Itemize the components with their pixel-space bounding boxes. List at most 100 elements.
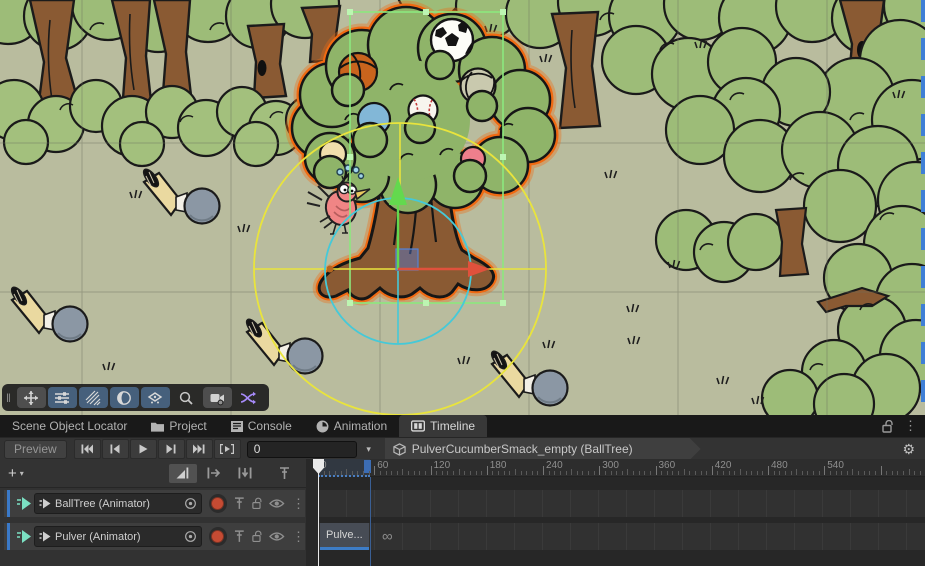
track-color-stripe — [7, 523, 10, 550]
goto-start-button[interactable] — [74, 439, 101, 459]
ruler-frame-label: 120 — [434, 460, 451, 471]
clip-label: Pulve... — [326, 529, 363, 541]
tab-scene-object-locator[interactable]: Scene Object Locator — [0, 415, 139, 437]
unity-editor-window: ‖ — [0, 0, 925, 566]
sphere-tool-button[interactable] — [110, 387, 139, 408]
timeline-ruler[interactable]: 0 60120180240300360420480540 — [318, 459, 925, 477]
move-icon — [23, 390, 39, 406]
plus-icon: + — [8, 465, 17, 482]
track-binding-field[interactable]: Pulver (Animator) — [34, 526, 202, 547]
move-tool-button[interactable] — [17, 387, 46, 408]
scene-view[interactable] — [0, 0, 925, 415]
timeline-content[interactable]: 0 60120180240300360420480540 Pulve... ∞ — [318, 459, 925, 566]
camera-tool-button[interactable] — [203, 387, 232, 408]
panel-menu-icon[interactable]: ⋮ — [904, 418, 917, 434]
object-picker-icon[interactable] — [184, 530, 197, 543]
tab-label: Scene Object Locator — [12, 419, 127, 433]
hatch-icon — [85, 390, 101, 406]
playhead-line — [318, 459, 319, 566]
edit-mode-replace-button[interactable] — [231, 464, 259, 483]
frame-options-dropdown[interactable]: ▾ — [361, 444, 377, 455]
cube-icon — [393, 443, 406, 456]
record-icon — [211, 497, 224, 510]
play-button[interactable] — [130, 439, 157, 459]
ripple-mode-icon — [207, 467, 221, 479]
record-button[interactable] — [209, 494, 227, 513]
edit-mode-mix-button[interactable] — [169, 464, 197, 483]
panel-tab-bar: Scene Object Locator Project Console Ani… — [0, 415, 925, 437]
replace-mode-icon — [238, 467, 252, 479]
sphere-icon — [116, 390, 132, 406]
record-button[interactable] — [209, 527, 227, 546]
ruler-frame-label: 180 — [490, 460, 507, 471]
play-range-button[interactable] — [214, 439, 241, 459]
record-icon — [211, 530, 224, 543]
step-forward-icon — [166, 444, 176, 454]
drag-handle[interactable]: ‖ — [6, 391, 12, 405]
track-name: Pulver (Animator) — [55, 531, 180, 543]
track-menu-icon[interactable]: ⋮ — [292, 529, 305, 545]
preview-toggle[interactable]: Preview — [4, 440, 67, 459]
layers-tool-button[interactable] — [141, 387, 170, 408]
tab-animation[interactable]: Animation — [304, 415, 399, 437]
shuffle-tool-button[interactable] — [234, 387, 263, 408]
track-header-toolbar: + ▾ — [0, 459, 306, 488]
add-track-button[interactable]: + ▾ — [8, 465, 24, 482]
camera-icon — [209, 390, 225, 406]
timeline-track-headers: + ▾ — [0, 459, 306, 566]
frame-number-input[interactable] — [247, 441, 357, 458]
tab-label: Project — [169, 419, 206, 433]
console-icon — [231, 421, 243, 432]
layers-icon — [147, 390, 163, 406]
ruler-frame-label: 540 — [827, 460, 844, 471]
tab-console[interactable]: Console — [219, 415, 304, 437]
track-header-balltree[interactable]: BallTree (Animator) ⋮ — [4, 490, 305, 517]
ruler-frame-label: 60 — [377, 460, 388, 471]
goto-end-button[interactable] — [186, 439, 213, 459]
breadcrumb-label: PulverCucumberSmack_empty (BallTree) — [412, 442, 633, 456]
lock-open-icon[interactable] — [252, 530, 263, 543]
track-lane-balltree[interactable] — [318, 490, 925, 517]
pin-icon[interactable] — [234, 530, 245, 543]
sliders-icon — [54, 390, 70, 406]
shuffle-icon — [240, 390, 256, 406]
object-picker-icon[interactable] — [184, 497, 197, 510]
track-color-stripe — [7, 490, 10, 517]
search-icon — [178, 390, 194, 406]
next-frame-button[interactable] — [158, 439, 185, 459]
pin-icon[interactable] — [234, 497, 245, 510]
gear-icon[interactable]: ⚙ — [892, 441, 925, 458]
edit-mode-ripple-button[interactable] — [200, 464, 228, 483]
sliders-tool-button[interactable] — [48, 387, 77, 408]
animation-clip[interactable]: Pulve... — [320, 523, 369, 550]
pin-markers-button[interactable] — [270, 464, 298, 483]
lock-open-icon[interactable] — [882, 420, 894, 433]
tab-label: Animation — [334, 419, 387, 433]
hatch-tool-button[interactable] — [79, 387, 108, 408]
eye-icon[interactable] — [269, 498, 285, 509]
track-header-pulver[interactable]: Pulver (Animator) ⋮ — [4, 523, 305, 550]
search-tool-button[interactable] — [172, 387, 201, 408]
caret-down-icon: ▾ — [20, 469, 24, 478]
tab-project[interactable]: Project — [139, 415, 218, 437]
step-back-icon — [110, 444, 120, 454]
previous-frame-button[interactable] — [102, 439, 129, 459]
track-binding-field[interactable]: BallTree (Animator) — [34, 493, 202, 514]
animation-track-icon — [16, 529, 32, 544]
ruler-frame-label: 420 — [715, 460, 732, 471]
animation-track-icon — [16, 496, 32, 511]
clock-icon — [316, 420, 329, 433]
lock-open-icon[interactable] — [252, 497, 263, 510]
track-menu-icon[interactable]: ⋮ — [292, 496, 305, 512]
timeline-toolbar: Preview ▾ — [0, 437, 925, 460]
breadcrumb[interactable]: PulverCucumberSmack_empty (BallTree) — [385, 438, 701, 460]
tab-timeline[interactable]: Timeline — [399, 415, 487, 437]
film-icon — [411, 420, 425, 432]
ruler-frame-label: 360 — [659, 460, 676, 471]
play-icon — [139, 444, 148, 454]
mix-mode-icon — [176, 467, 190, 479]
trunk-knot-1 — [258, 60, 267, 76]
eye-icon[interactable] — [269, 531, 285, 542]
skip-start-icon — [81, 444, 93, 454]
play-range-icon — [220, 444, 234, 454]
